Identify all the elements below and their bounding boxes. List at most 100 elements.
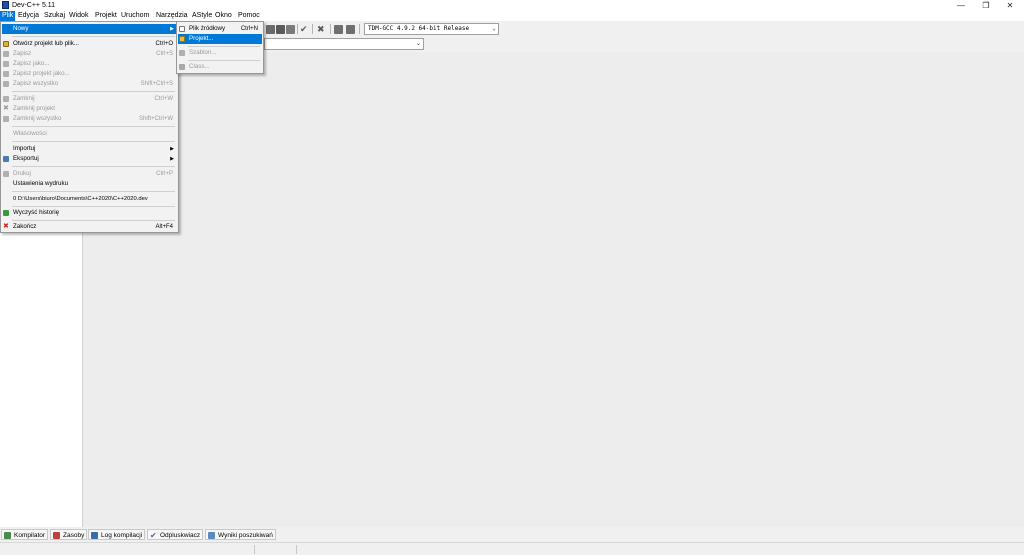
tab-wyniki-poszukiwan[interactable]: Wyniki poszukiwań — [205, 529, 276, 540]
class-icon — [179, 64, 185, 70]
menu-separator — [188, 60, 260, 61]
app-icon — [2, 1, 9, 9]
chevron-right-icon: ▶ — [170, 26, 174, 32]
close-all-icon — [3, 116, 9, 122]
save-project-icon — [3, 71, 9, 77]
menu-astyle[interactable]: AStyle — [190, 11, 214, 21]
close-project-icon: ✖ — [3, 105, 9, 112]
new-file-icon — [179, 26, 185, 32]
submenu-item-projekt[interactable]: Projekt... — [178, 34, 262, 44]
open-folder-icon — [3, 41, 9, 47]
editor-area[interactable] — [83, 52, 1024, 527]
toolbar-separator — [297, 24, 298, 34]
submenu-item-class[interactable]: Class... — [178, 62, 262, 72]
menu-item-zapisz[interactable]: Zapisz Ctrl+S — [2, 49, 177, 59]
menu-bar: Plik Edycja Szukaj Widok Projekt Uruchom… — [0, 11, 1024, 21]
tab-label: Odpluskwiacz — [160, 532, 201, 539]
compiler-grid-icon — [4, 532, 11, 539]
status-separator — [254, 545, 255, 554]
bar-chart-icon — [91, 532, 98, 539]
toolbar-stop-icon[interactable] — [266, 25, 275, 34]
menu-projekt[interactable]: Projekt — [93, 11, 119, 21]
bottom-tabs: Kompilator Zasoby Log kompilacji ✔ Odplu… — [0, 527, 1024, 542]
minimize-button[interactable]: — — [947, 0, 975, 11]
title-bar: Dev-C++ 5.11 — ❐ ✕ — [0, 0, 1024, 11]
menu-widok[interactable]: Widok — [67, 11, 90, 21]
trash-icon — [3, 210, 9, 216]
new-project-icon — [179, 36, 185, 42]
menu-separator — [12, 206, 175, 207]
menu-item-otworz[interactable]: Otwórz projekt lub plik... Ctrl+O — [2, 39, 177, 49]
submenu-item-plik-zrodlowy[interactable]: Plik źródłowy Ctrl+N — [178, 24, 262, 34]
menu-szukaj[interactable]: Szukaj — [42, 11, 67, 21]
menu-narzedzia[interactable]: Narzędzia — [154, 11, 190, 21]
menu-separator — [12, 220, 175, 221]
menu-separator — [188, 46, 260, 47]
menu-item-zapisz-projekt-jako[interactable]: Zapisz projekt jako... — [2, 69, 177, 79]
template-icon — [179, 50, 185, 56]
menu-okno[interactable]: Okno — [213, 11, 234, 21]
menu-item-wlasciwosci[interactable]: Właściwości — [2, 129, 177, 139]
menu-item-zamknij-wszystko[interactable]: Zamknij wszystko Shift+Ctrl+W — [2, 114, 177, 124]
save-as-icon — [3, 61, 9, 67]
tab-log-kompilacji[interactable]: Log kompilacji — [88, 529, 146, 540]
tab-label: Zasoby — [63, 532, 85, 539]
print-icon — [3, 171, 9, 177]
menu-separator — [12, 191, 175, 192]
toolbar-separator — [312, 24, 313, 34]
tab-kompilator[interactable]: Kompilator — [1, 529, 49, 540]
menu-item-zapisz-jako[interactable]: Zapisz jako... — [2, 59, 177, 69]
resources-icon — [53, 532, 60, 539]
menu-item-ustawienia-wydruku[interactable]: Ustawienia wydruku — [2, 179, 177, 189]
toolbar-print-setup-icon[interactable] — [346, 25, 355, 34]
save-icon — [3, 51, 9, 57]
tab-zasoby[interactable]: Zasoby — [50, 529, 88, 540]
menu-item-zamknij[interactable]: Zamknij Ctrl+W — [2, 94, 177, 104]
chevron-down-icon: ⌄ — [415, 41, 421, 47]
tab-odpluskwiacz[interactable]: ✔ Odpluskwiacz — [147, 529, 204, 540]
menu-separator — [12, 91, 175, 92]
cross-icon[interactable]: ✖ — [317, 25, 326, 34]
menu-pomoc[interactable]: Pomoc — [236, 11, 262, 21]
compiler-select-value: TDM-GCC 4.9.2 64-bit Release — [368, 25, 470, 32]
file-menu: Nowy ▶ Otwórz projekt lub plik... Ctrl+O… — [0, 21, 179, 233]
menu-separator — [12, 126, 175, 127]
status-bar — [0, 542, 1024, 555]
tab-label: Log kompilacji — [101, 532, 143, 539]
menu-item-nowy[interactable]: Nowy ▶ — [2, 24, 177, 34]
menu-separator — [12, 36, 175, 37]
toolbar-separator — [330, 24, 331, 34]
menu-item-zamknij-projekt[interactable]: ✖ Zamknij projekt — [2, 104, 177, 114]
close-file-icon — [3, 96, 9, 102]
toolbar-grid-icon[interactable] — [286, 25, 295, 34]
menu-item-zapisz-wszystko[interactable]: Zapisz wszystko Shift+Ctrl+S — [2, 79, 177, 89]
menu-item-importuj[interactable]: Importuj ▶ — [2, 144, 177, 154]
save-all-icon — [3, 81, 9, 87]
menu-uruchom[interactable]: Uruchom — [119, 11, 151, 21]
new-submenu: Plik źródłowy Ctrl+N Projekt... Szablon.… — [176, 21, 264, 74]
toolbar-print-icon[interactable] — [334, 25, 343, 34]
status-separator — [296, 545, 297, 554]
chevron-right-icon: ▶ — [170, 156, 174, 162]
menu-item-drukuj[interactable]: Drukuj Ctrl+P — [2, 169, 177, 179]
search-results-icon — [208, 532, 215, 539]
menu-item-eksportuj[interactable]: Eksportuj ▶ — [2, 154, 177, 164]
submenu-item-szablon[interactable]: Szablon... — [178, 48, 262, 58]
menu-item-recent-file[interactable]: 0 D:\Users\biuro\Documents\C++2020\C++20… — [2, 194, 177, 204]
tab-label: Kompilator — [14, 532, 46, 539]
chevron-down-icon: ⌄ — [492, 25, 496, 32]
chevron-right-icon: ▶ — [170, 146, 174, 152]
check-icon[interactable]: ✔ — [300, 25, 309, 34]
class-select[interactable]: ⌄ — [264, 38, 424, 50]
menu-plik[interactable]: Plik — [0, 11, 16, 21]
menu-edycja[interactable]: Edycja — [16, 11, 41, 21]
close-button[interactable]: ✕ — [996, 0, 1024, 11]
menu-item-wyczysc-historie[interactable]: Wyczyść historię — [2, 208, 177, 218]
export-icon — [3, 156, 9, 162]
tab-label: Wyniki poszukiwań — [218, 532, 273, 539]
exit-icon: ✖ — [3, 223, 9, 230]
toolbar-indent-icon[interactable] — [276, 25, 285, 34]
compiler-select[interactable]: TDM-GCC 4.9.2 64-bit Release ⌄ — [364, 23, 499, 35]
menu-separator — [12, 166, 175, 167]
menu-item-zakoncz[interactable]: ✖ Zakończ Alt+F4 — [2, 222, 177, 232]
